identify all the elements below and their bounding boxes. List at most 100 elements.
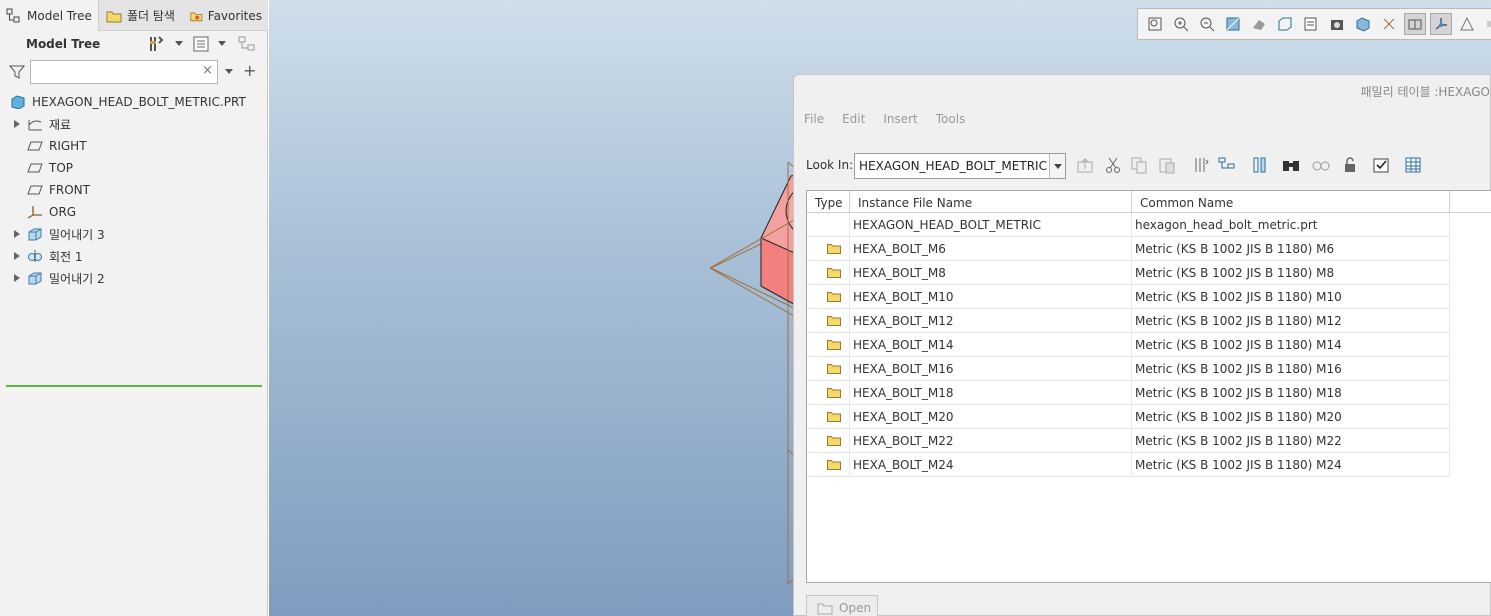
columns-icon[interactable] [1250,154,1272,176]
insert-indicator[interactable] [6,385,262,387]
tree-item-label: 재료 [49,117,72,132]
tree-root[interactable]: HEXAGON_HEAD_BOLT_METRIC.PRT [10,92,246,112]
tree-item-material[interactable]: 재료 [14,114,71,134]
chevron-down-icon[interactable] [1049,154,1065,178]
cell-common-name[interactable]: Metric (KS B 1002 JIS B 1180) M10 [1132,285,1450,309]
tab-folder-browser[interactable]: 폴더 탐색 [100,0,182,31]
table-row[interactable]: HEXA_BOLT_M18 Metric (KS B 1002 JIS B 118… [807,381,1450,405]
cell-instance-name[interactable]: HEXA_BOLT_M10 [850,285,1132,309]
show-list-icon[interactable] [192,35,210,53]
cell-instance-name[interactable]: HEXA_BOLT_M6 [850,237,1132,261]
cut-icon[interactable] [1102,154,1124,176]
cell-common-name[interactable]: Metric (KS B 1002 JIS B 1180) M24 [1132,453,1450,477]
tree-item-org[interactable]: ORG [27,202,76,222]
tab-favorites[interactable]: Favorites [184,0,262,31]
table-row[interactable]: HEXA_BOLT_M24 Metric (KS B 1002 JIS B 118… [807,453,1450,477]
table-icon[interactable] [1402,154,1424,176]
zoom-in-button[interactable] [1170,13,1192,35]
expand-arrow-icon[interactable] [14,252,20,260]
cell-common-name[interactable]: Metric (KS B 1002 JIS B 1180) M22 [1132,429,1450,453]
chevron-down-icon[interactable] [175,41,183,46]
annotation-display-button[interactable] [1456,13,1478,35]
tree-item-right[interactable]: RIGHT [27,136,87,156]
tree-search-input[interactable] [30,60,218,84]
cell-instance-name[interactable]: HEXA_BOLT_M24 [850,453,1132,477]
menu-file[interactable]: File [804,112,824,126]
cell-common-name[interactable]: Metric (KS B 1002 JIS B 1180) M8 [1132,261,1450,285]
preview-icon[interactable] [1310,154,1332,176]
tree-filter-icon[interactable] [238,35,256,53]
add-filter-icon[interactable]: + [243,61,256,80]
chevron-down-icon[interactable] [225,69,233,74]
open-button[interactable]: Open [806,595,878,616]
tab-model-tree[interactable]: Model Tree [0,0,99,31]
tree-item-extrude-2[interactable]: 밀어내기 2 [14,268,105,288]
table-row[interactable]: HEXA_BOLT_M6 Metric (KS B 1002 JIS B 1180… [807,237,1450,261]
tree-view-icon[interactable] [1216,154,1238,176]
copy-icon[interactable] [1128,154,1150,176]
menu-edit[interactable]: Edit [842,112,865,126]
repaint-button[interactable] [1222,13,1244,35]
table-row[interactable]: HEXA_BOLT_M8 Metric (KS B 1002 JIS B 1180… [807,261,1450,285]
up-level-icon[interactable] [1074,154,1096,176]
clear-search-icon[interactable]: × [202,63,213,78]
tree-settings-icon[interactable] [148,35,166,53]
display-style-button[interactable] [1248,13,1270,35]
table-row[interactable]: HEXAGON_HEAD_BOLT_METRIC hexagon_head_bol… [807,213,1450,237]
tree-item-front[interactable]: FRONT [27,180,90,200]
cell-common-name[interactable]: hexagon_head_bolt_metric.prt [1132,213,1450,237]
tree-item-revolve-1[interactable]: 회전 1 [14,246,83,266]
cell-common-name[interactable]: Metric (KS B 1002 JIS B 1180) M12 [1132,309,1450,333]
cell-common-name[interactable]: Metric (KS B 1002 JIS B 1180) M20 [1132,405,1450,429]
cell-instance-name[interactable]: HEXA_BOLT_M20 [850,405,1132,429]
cell-common-name[interactable]: Metric (KS B 1002 JIS B 1180) M18 [1132,381,1450,405]
cell-common-name[interactable]: Metric (KS B 1002 JIS B 1180) M6 [1132,237,1450,261]
filter-icon[interactable] [9,64,25,80]
perspective-button[interactable] [1326,13,1348,35]
cell-instance-name[interactable]: HEXA_BOLT_M8 [850,261,1132,285]
look-in-select[interactable]: HEXAGON_HEAD_BOLT_METRIC [854,153,1066,179]
chevron-down-icon[interactable] [218,41,226,46]
cell-instance-name[interactable]: HEXAGON_HEAD_BOLT_METRIC [850,213,1132,237]
display-style-icon [1253,20,1265,30]
column-header-type[interactable]: Type [807,191,850,213]
paste-icon[interactable] [1156,154,1178,176]
datum-display-button[interactable] [1378,13,1400,35]
cell-instance-name[interactable]: HEXA_BOLT_M14 [850,333,1132,357]
column-header-instance[interactable]: Instance File Name [850,191,1132,213]
section-button[interactable] [1352,13,1374,35]
saved-orientations-button[interactable] [1274,13,1296,35]
expand-arrow-icon[interactable] [14,120,20,128]
zoom-out-icon [1200,17,1215,32]
cell-instance-name[interactable]: HEXA_BOLT_M16 [850,357,1132,381]
menu-insert[interactable]: Insert [883,112,917,126]
tab-label: 폴더 탐색 [127,9,175,23]
cell-instance-name[interactable]: HEXA_BOLT_M12 [850,309,1132,333]
spin-center-button[interactable] [1482,13,1491,35]
view-manager-button[interactable] [1300,13,1322,35]
zoom-out-button[interactable] [1196,13,1218,35]
cell-instance-name[interactable]: HEXA_BOLT_M22 [850,429,1132,453]
cell-common-name[interactable]: Metric (KS B 1002 JIS B 1180) M14 [1132,333,1450,357]
table-row[interactable]: HEXA_BOLT_M20 Metric (KS B 1002 JIS B 118… [807,405,1450,429]
column-header-common[interactable]: Common Name [1132,191,1450,213]
table-row[interactable]: HEXA_BOLT_M22 Metric (KS B 1002 JIS B 118… [807,429,1450,453]
cell-common-name[interactable]: Metric (KS B 1002 JIS B 1180) M16 [1132,357,1450,381]
menu-tools[interactable]: Tools [936,112,966,126]
find-icon[interactable] [1280,154,1302,176]
tree-item-top[interactable]: TOP [27,158,73,178]
cell-instance-name[interactable]: HEXA_BOLT_M18 [850,381,1132,405]
table-row[interactable]: HEXA_BOLT_M10 Metric (KS B 1002 JIS B 118… [807,285,1450,309]
refit-button[interactable] [1144,13,1166,35]
table-row[interactable]: HEXA_BOLT_M16 Metric (KS B 1002 JIS B 118… [807,357,1450,381]
expand-arrow-icon[interactable] [14,274,20,282]
tree-item-extrude-3[interactable]: 밀어내기 3 [14,224,105,244]
plane-display-button[interactable] [1404,13,1426,35]
table-row[interactable]: HEXA_BOLT_M14 Metric (KS B 1002 JIS B 118… [807,333,1450,357]
expand-arrow-icon[interactable] [14,230,20,238]
table-row[interactable]: HEXA_BOLT_M12 Metric (KS B 1002 JIS B 118… [807,309,1450,333]
csys-display-button[interactable] [1430,13,1452,35]
sort-icon[interactable] [1190,154,1212,176]
lock-icon[interactable] [1340,154,1362,176]
verify-icon[interactable] [1370,154,1392,176]
